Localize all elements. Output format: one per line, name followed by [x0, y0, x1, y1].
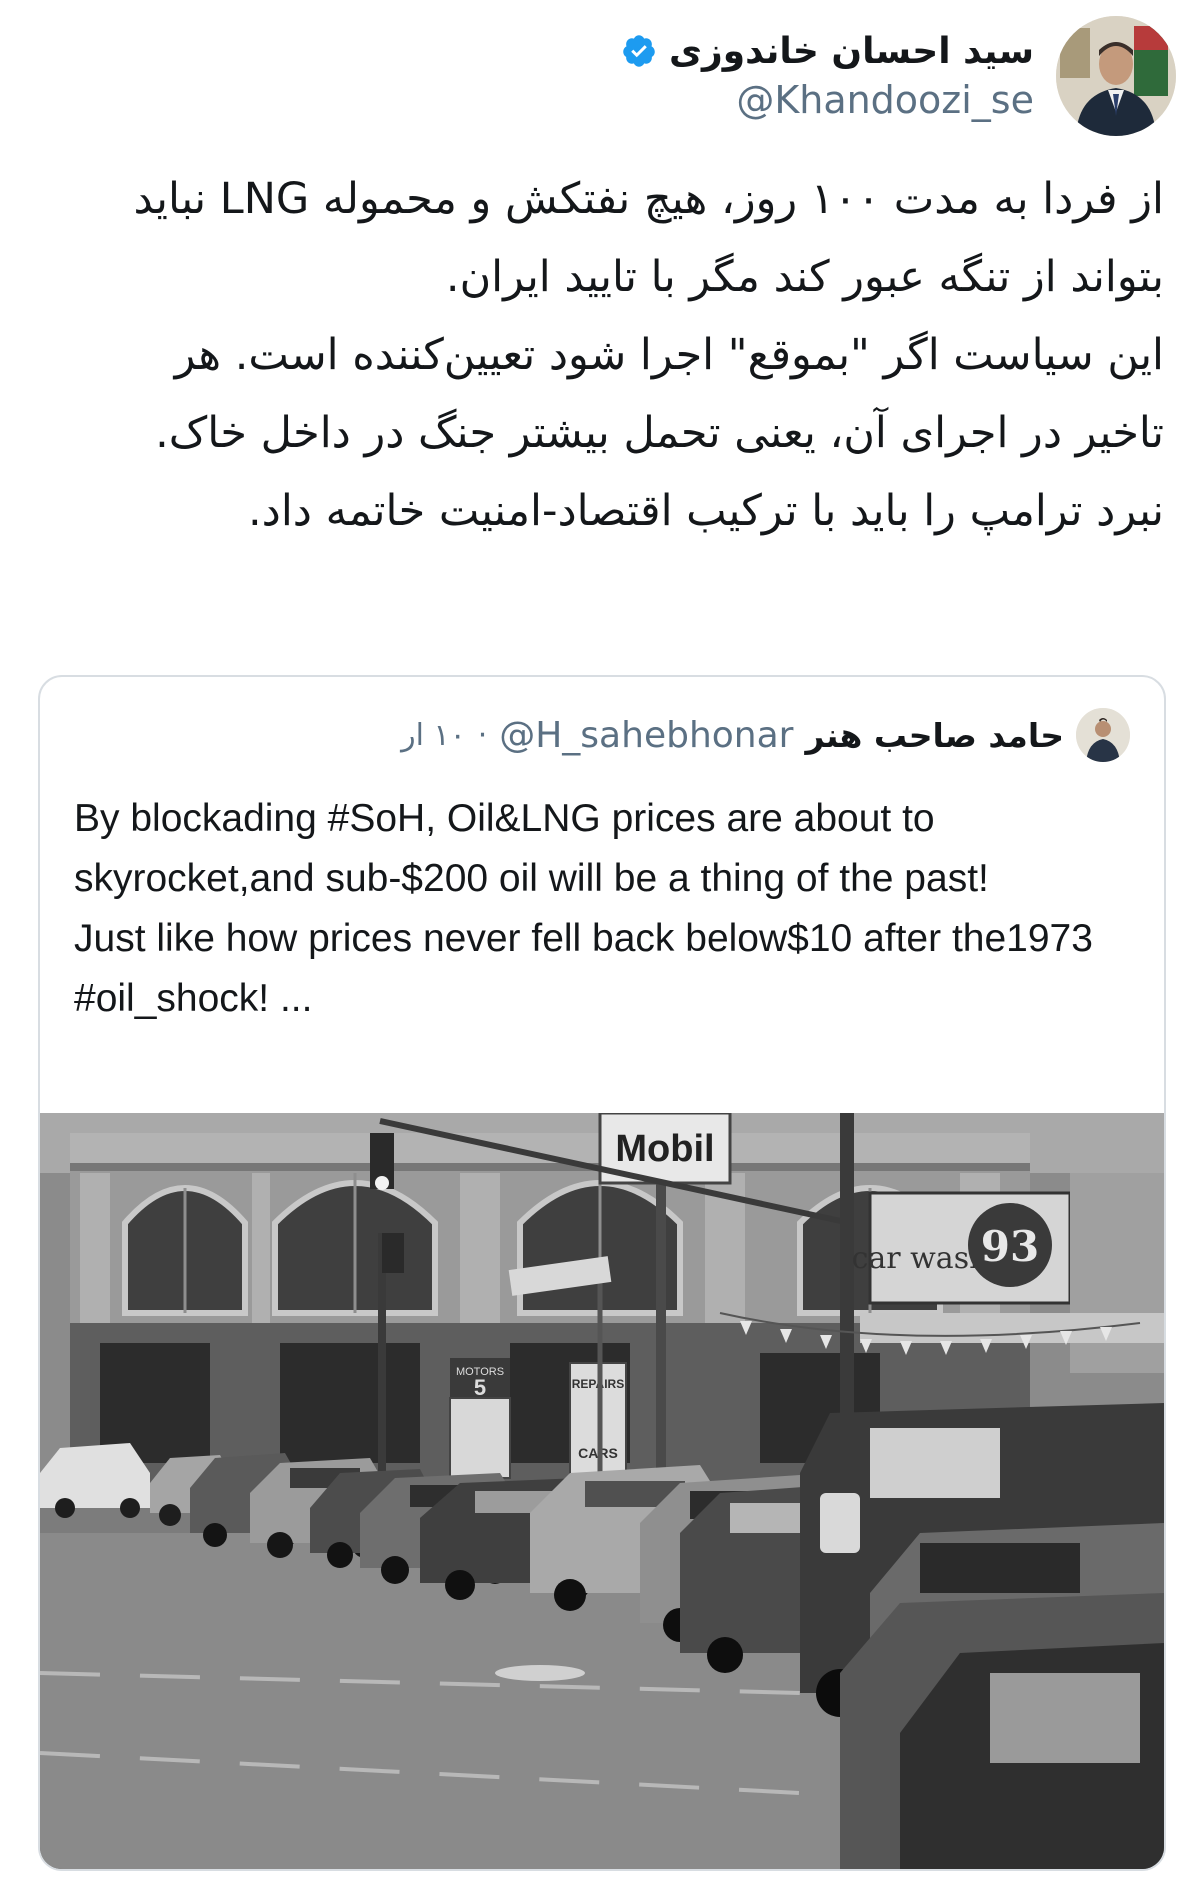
tweet-paragraph: از فردا به مدت ۱۰۰ روز، هیچ نفتکش و محمو…: [133, 174, 1164, 302]
tweet-header: سید احسان خاندوزی @Khandoozi_se: [621, 16, 1176, 136]
tweet-paragraph: این سیاست اگر "بموقع" اجرا شود تعیین‌کنن…: [155, 330, 1164, 458]
author-name-row: سید احسان خاندوزی: [621, 31, 1034, 72]
quoted-tweet-text: By blockading #SoH, Oil&LNG prices are a…: [74, 789, 1124, 1029]
mobil-sign-text: Mobil: [615, 1128, 714, 1170]
verified-badge-icon: [623, 35, 655, 67]
quoted-tweet-header: حامد صاحب هنر @H_sahebhonar · ۱۰ ار: [401, 707, 1130, 763]
author-avatar[interactable]: [1056, 16, 1176, 136]
tweet-paragraph: نبرد ترامپ را باید با ترکیب اقتصاد-امنیت…: [248, 486, 1164, 536]
quoted-avatar-image: [1076, 708, 1130, 762]
tweet-text: از فردا به مدت ۱۰۰ روز، هیچ نفتکش و محمو…: [110, 160, 1164, 550]
quoted-tweet-line: By blockading #SoH, Oil&LNG prices are a…: [74, 797, 989, 900]
quoted-author-name[interactable]: حامد صاحب هنر: [805, 716, 1064, 755]
car-wash-number-text: 93: [981, 1222, 1039, 1271]
quoted-tweet-line: Just like how prices never fell back bel…: [74, 917, 1093, 1020]
quoted-tweet-card[interactable]: حامد صاحب هنر @H_sahebhonar · ۱۰ ار By b…: [38, 675, 1166, 1871]
quoted-author-avatar[interactable]: [1076, 708, 1130, 762]
price-sign-text: 5: [474, 1375, 486, 1400]
quoted-author-handle[interactable]: @H_sahebhonar: [499, 715, 793, 756]
author-avatar-image: [1056, 16, 1176, 136]
author-name-block: سید احسان خاندوزی @Khandoozi_se: [621, 31, 1034, 122]
author-display-name[interactable]: سید احسان خاندوزی: [669, 31, 1034, 72]
car-wash-sign-text: car wash: [852, 1241, 989, 1276]
quoted-tweet-photo[interactable]: Mobil car wash 93 MOTORS 5: [40, 1113, 1164, 1869]
author-handle[interactable]: @Khandoozi_se: [736, 78, 1034, 122]
quoted-separator: ·: [477, 717, 488, 753]
gas-line-photo: Mobil car wash 93 MOTORS 5: [40, 1113, 1164, 1869]
quoted-timestamp[interactable]: ۱۰ ار: [401, 718, 466, 753]
